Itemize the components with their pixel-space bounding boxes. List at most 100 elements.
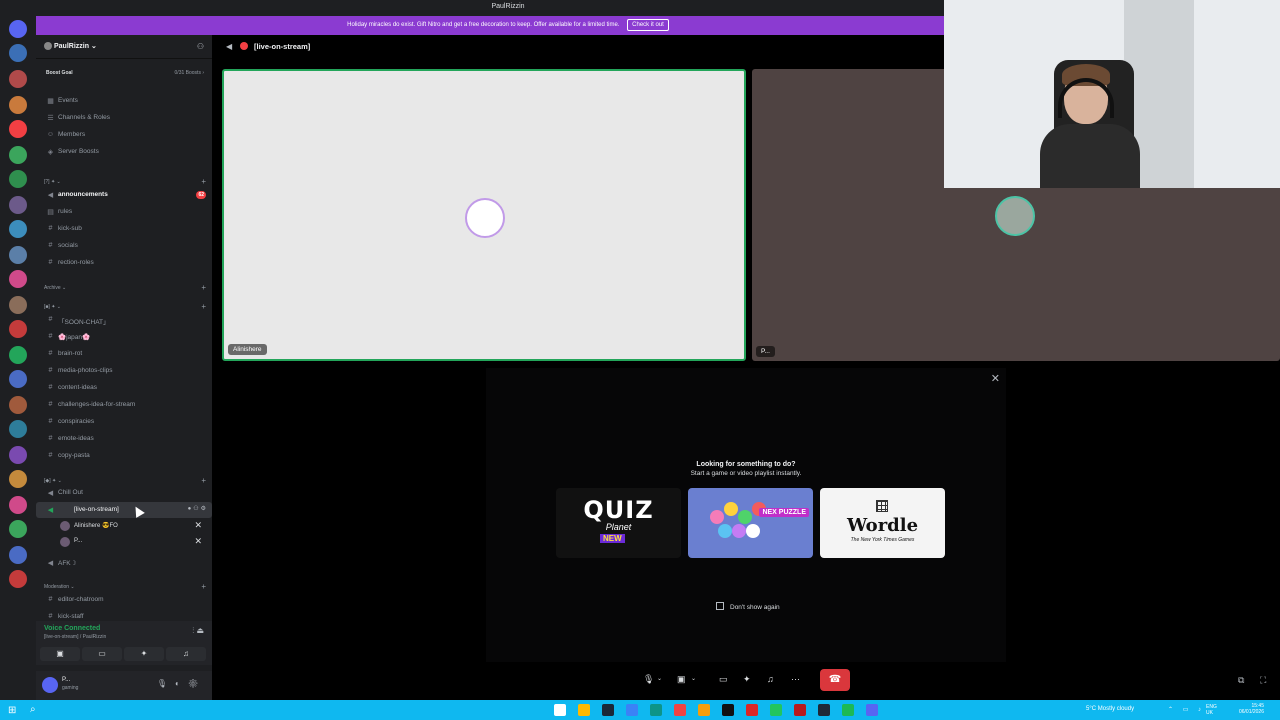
- invite-icon[interactable]: ⚇: [197, 42, 204, 51]
- voice-user[interactable]: P... ✕: [60, 535, 208, 549]
- disconnect-icon[interactable]: ✕: [194, 520, 202, 531]
- server-icon[interactable]: [9, 120, 27, 138]
- voice-channel-chill-out[interactable]: ◀ Chill Out: [36, 485, 212, 501]
- game-card-nex-puzzle[interactable]: NEX PUZZLE: [688, 488, 813, 558]
- channel-kick-sub[interactable]: # kick-sub: [36, 221, 212, 237]
- server-icon[interactable]: [9, 44, 27, 62]
- channel-media[interactable]: # media-photos-clips: [36, 363, 212, 379]
- menu-server-boosts[interactable]: ◈ Server Boosts: [36, 144, 212, 160]
- channel-editor-chatroom[interactable]: # editor-chatroom: [36, 592, 212, 608]
- taskbar-app-icon[interactable]: [674, 704, 686, 716]
- checkbox[interactable]: [716, 602, 724, 610]
- taskbar-app-icon[interactable]: [650, 704, 662, 716]
- soundboard-icon[interactable]: ♫: [767, 671, 774, 687]
- language-indicator[interactable]: ENG UK: [1206, 704, 1222, 716]
- server-icon[interactable]: [9, 470, 27, 488]
- channel-challenges[interactable]: # challenges-idea-for-stream: [36, 397, 212, 413]
- add-channel-icon[interactable]: +: [201, 582, 206, 591]
- voice-channel-afk[interactable]: ◀ AFK☽: [36, 555, 212, 571]
- camera-icon[interactable]: ▣: [40, 647, 80, 661]
- weather-widget[interactable]: 5°C Mostly cloudy: [1086, 706, 1134, 712]
- taskbar-app-icon[interactable]: [578, 704, 590, 716]
- close-icon[interactable]: ✕: [991, 372, 1000, 385]
- more-icon[interactable]: ⋯: [791, 671, 800, 687]
- server-icon[interactable]: [9, 496, 27, 514]
- server-icon[interactable]: [9, 246, 27, 264]
- disconnect-icon[interactable]: ✕: [194, 536, 202, 547]
- add-channel-icon[interactable]: +: [201, 283, 206, 292]
- channel-conspiracies[interactable]: # conspiracies: [36, 414, 212, 430]
- server-icon[interactable]: [9, 320, 27, 338]
- voice-user[interactable]: Alinishere 😎FO ✕: [60, 519, 208, 533]
- taskbar-app-icon[interactable]: [842, 704, 854, 716]
- taskbar-app-icon[interactable]: [866, 704, 878, 716]
- channel-rules[interactable]: ▤ rules: [36, 204, 212, 220]
- activities-icon[interactable]: ✦: [124, 647, 164, 661]
- server-icon[interactable]: [9, 570, 27, 588]
- server-icon[interactable]: [9, 146, 27, 164]
- clock[interactable]: 15:45 06/01/2026: [1230, 703, 1264, 715]
- server-icon[interactable]: [9, 220, 27, 238]
- game-card-quiz-planet[interactable]: QUIZ Planet NEW: [556, 488, 681, 558]
- channel-soon-chat[interactable]: # 「SOON-CHAT」: [36, 312, 212, 328]
- server-icon[interactable]: [9, 296, 27, 314]
- channel-rection-roles[interactable]: # rection-roles: [36, 255, 212, 271]
- screen-share-icon[interactable]: ▭: [82, 647, 122, 661]
- boost-goal[interactable]: Boost Goal 0/31 Boosts ›: [36, 65, 212, 81]
- server-icon[interactable]: [9, 270, 27, 288]
- chevron-down-icon[interactable]: ⌄: [691, 671, 696, 687]
- server-icon[interactable]: [9, 546, 27, 564]
- channel-content-ideas[interactable]: # content-ideas: [36, 380, 212, 396]
- game-card-wordle[interactable]: Wordle The New York Times Games: [820, 488, 945, 558]
- channel-kick-staff[interactable]: # kick-staff: [36, 609, 212, 619]
- voice-status[interactable]: Voice Connected: [44, 625, 100, 632]
- microphone-icon[interactable]: 🎙: [643, 671, 654, 687]
- menu-channels-roles[interactable]: ☰ Channels & Roles: [36, 110, 212, 126]
- server-icon[interactable]: [9, 520, 27, 538]
- signal-icon[interactable]: ⫶ ⏏: [192, 626, 204, 636]
- taskbar-app-icon[interactable]: [746, 704, 758, 716]
- popout-icon[interactable]: ⧉: [1238, 675, 1244, 686]
- category-archive[interactable]: Archive ⌄ +: [36, 280, 212, 296]
- avatar[interactable]: [42, 677, 58, 693]
- taskbar-app-icon[interactable]: [818, 704, 830, 716]
- server-icon[interactable]: [9, 196, 27, 214]
- taskbar-app-icon[interactable]: [698, 704, 710, 716]
- add-channel-icon[interactable]: +: [201, 476, 206, 485]
- channel-socials[interactable]: # socials: [36, 238, 212, 254]
- taskbar-app-icon[interactable]: [722, 704, 734, 716]
- participant-tile[interactable]: Alinishere: [222, 69, 746, 361]
- taskbar-app-icon[interactable]: [602, 704, 614, 716]
- search-icon[interactable]: ⌕: [30, 704, 36, 715]
- add-channel-icon[interactable]: +: [201, 302, 206, 311]
- server-icon[interactable]: [9, 346, 27, 364]
- server-icon[interactable]: [9, 396, 27, 414]
- server-icon[interactable]: [9, 420, 27, 438]
- taskbar-app-icon[interactable]: [554, 704, 566, 716]
- server-icon[interactable]: [9, 170, 27, 188]
- activities-icon[interactable]: ✦: [743, 671, 751, 687]
- voice-channel-live-on-stream[interactable]: ◀ [live-on-stream] ●⚇⚙: [36, 502, 212, 518]
- chevron-down-icon[interactable]: ⌄: [657, 671, 662, 687]
- disconnect-call-button[interactable]: ☎: [820, 669, 850, 691]
- nitro-cta-button[interactable]: Check it out: [627, 19, 669, 31]
- fullscreen-icon[interactable]: ⛶: [1260, 675, 1266, 686]
- soundboard-icon[interactable]: ♫: [166, 647, 206, 661]
- system-tray[interactable]: ⌃ ▭ ♪: [1168, 706, 1205, 713]
- user-controls[interactable]: 🎙◐⚙: [157, 679, 206, 688]
- taskbar-app-icon[interactable]: [794, 704, 806, 716]
- camera-off-icon[interactable]: ▣: [677, 671, 686, 687]
- server-icon[interactable]: [9, 446, 27, 464]
- guild-name[interactable]: PaulRizzin ⌄: [54, 42, 97, 50]
- home-icon[interactable]: [9, 20, 27, 38]
- taskbar-app-icon[interactable]: [770, 704, 782, 716]
- channel-actions[interactable]: ●⚇⚙: [188, 505, 208, 512]
- menu-events[interactable]: ▦ Events: [36, 93, 212, 109]
- channel-brain-rot[interactable]: # brain-rot: [36, 346, 212, 362]
- server-icon[interactable]: [9, 70, 27, 88]
- channel-emote-ideas[interactable]: # emote-ideas: [36, 431, 212, 447]
- channel-copy-pasta[interactable]: # copy-pasta: [36, 448, 212, 464]
- taskbar-app-icon[interactable]: [626, 704, 638, 716]
- server-icon[interactable]: [9, 96, 27, 114]
- channel-announcements[interactable]: ◀ announcements 62: [36, 187, 212, 203]
